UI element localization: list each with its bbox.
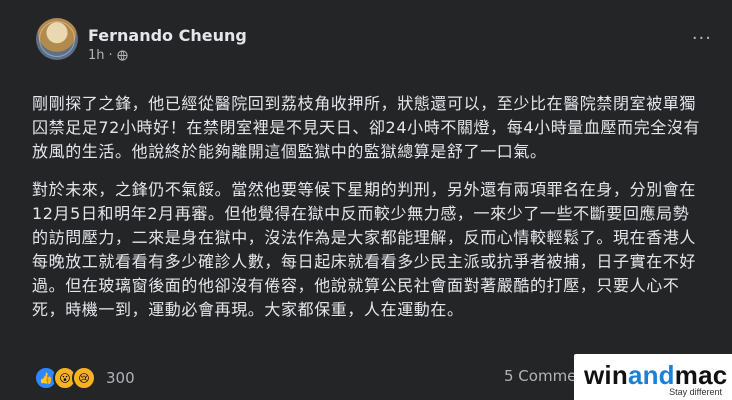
watermark-mac: mac — [674, 360, 728, 390]
post-time[interactable]: 1h — [88, 48, 105, 63]
author-name[interactable]: Fernando Cheung — [88, 26, 247, 45]
sad-icon: 😢 — [72, 366, 96, 390]
post-meta: 1h · — [88, 48, 128, 63]
post-paragraph: 對於未來，之鋒仍不氣餒。當然他要等候下星期的判刑，另外還有兩項罪名在身，分別會在… — [32, 180, 697, 319]
watermark-and: and — [627, 360, 675, 390]
post-body: 剛剛探了之鋒，他已經從醫院回到荔枝角收押所，狀態還可以，至少比在醫院禁閉室被單獨… — [32, 92, 702, 336]
globe-icon[interactable] — [117, 50, 128, 61]
watermark-logo: winandmac Stay different — [574, 354, 732, 400]
author-avatar[interactable] — [36, 18, 78, 60]
facebook-post: Fernando Cheung 1h · ··· 剛剛探了之鋒，他已經從醫院回到… — [0, 0, 732, 400]
watermark-win: win — [584, 360, 628, 390]
post-header: Fernando Cheung 1h · ··· — [36, 18, 716, 78]
reaction-count: 300 — [106, 369, 135, 387]
watermark-tagline: Stay different — [669, 387, 722, 397]
post-paragraph: 剛剛探了之鋒，他已經從醫院回到荔枝角收押所，狀態還可以，至少比在醫院禁閉室被單獨… — [32, 94, 701, 161]
reactions-summary[interactable]: 👍 😮 😢 300 — [34, 366, 135, 390]
more-options-icon[interactable]: ··· — [692, 30, 712, 48]
